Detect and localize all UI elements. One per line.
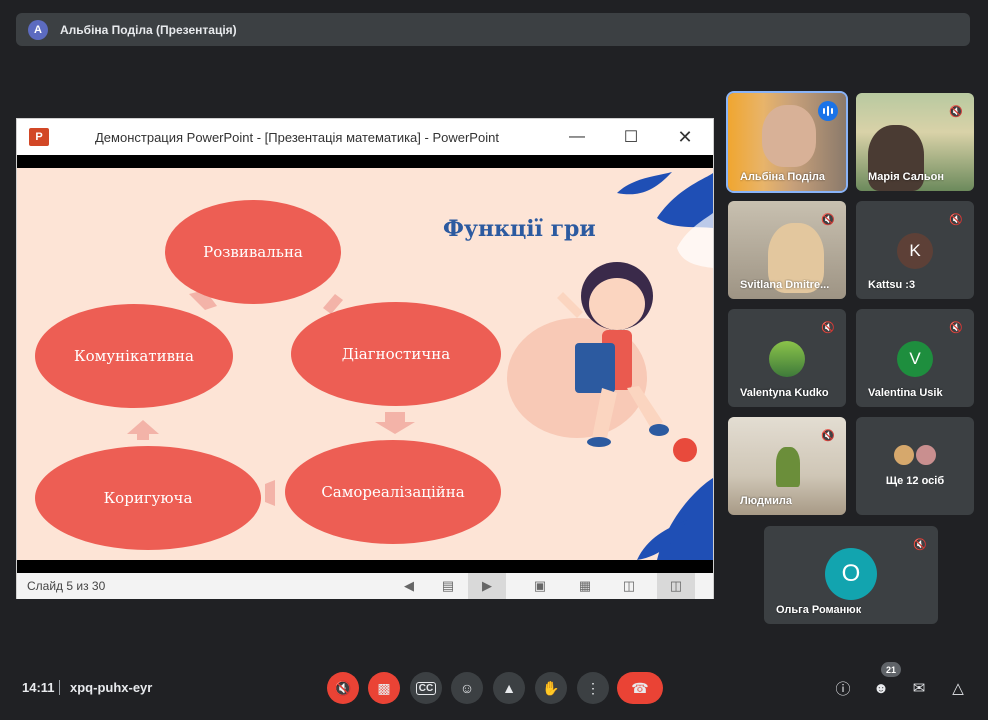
participant-name: Valentyna Kudko bbox=[740, 387, 829, 399]
mic-off-icon: 🔇 bbox=[949, 213, 963, 226]
video-plant bbox=[776, 447, 800, 487]
captions-button[interactable]: CC bbox=[410, 672, 442, 704]
powerpoint-icon: P bbox=[29, 128, 49, 146]
leave-call-button[interactable]: ☎ bbox=[617, 672, 663, 704]
present-icon: ▲ bbox=[502, 680, 516, 696]
participant-tile[interactable]: 🔇 Valentyna Kudko bbox=[728, 309, 846, 407]
arrow-icon bbox=[127, 420, 159, 440]
slide-viewport: ✦ ✦ ✦ ✦ ✦ ✦ ✦ Функції гри Розвивальна Ко… bbox=[17, 155, 713, 573]
slide-sorter-icon[interactable]: ▦ bbox=[576, 577, 594, 595]
leaf-decoration bbox=[617, 172, 672, 195]
next-slide-icon[interactable]: ▶ bbox=[468, 573, 506, 599]
emoji-button[interactable]: ☺ bbox=[451, 672, 483, 704]
previous-slide-icon[interactable]: ◀ bbox=[400, 577, 418, 595]
mic-off-icon: 🔇 bbox=[821, 213, 835, 226]
chat-button[interactable]: ✉ bbox=[907, 676, 931, 700]
node-developmental: Розвивальна bbox=[165, 200, 341, 304]
presenter-bar[interactable]: A Альбіна Поділа (Презентація) bbox=[16, 13, 970, 46]
participant-tile[interactable]: 🔇 Людмила bbox=[728, 417, 846, 515]
more-vertical-icon: ⋮ bbox=[586, 679, 600, 696]
notes-icon[interactable]: ▤ bbox=[439, 577, 457, 595]
presentation-titlebar: P Демонстрация PowerPoint - [Презентація… bbox=[17, 119, 713, 155]
presenter-avatar: A bbox=[28, 19, 48, 40]
mic-off-icon: 🔇 bbox=[949, 321, 963, 334]
slideshow-icon[interactable]: ◫ bbox=[657, 573, 695, 599]
minimize-icon[interactable]: — bbox=[566, 127, 588, 147]
mic-off-icon: 🔇 bbox=[821, 321, 835, 334]
mic-off-icon: 🔇 bbox=[913, 538, 927, 551]
participant-avatar: V bbox=[897, 341, 933, 377]
video-person bbox=[762, 105, 816, 167]
divider bbox=[59, 680, 60, 695]
node-corrective: Коригуюча bbox=[35, 446, 261, 550]
participant-tile[interactable]: V 🔇 Valentina Usik bbox=[856, 309, 974, 407]
arrow-icon bbox=[265, 480, 275, 506]
meeting-time: 14:11 bbox=[22, 680, 55, 695]
normal-view-icon[interactable]: ▣ bbox=[531, 577, 549, 595]
slide-title: Функції гри bbox=[443, 216, 596, 242]
participant-avatar bbox=[892, 443, 916, 467]
hang-up-icon: ☎ bbox=[631, 679, 649, 696]
node-self-realization: Самореалізаційна bbox=[285, 440, 501, 544]
presentation-window-title: Демонстрация PowerPoint - [Презентація м… bbox=[95, 129, 499, 145]
slide: ✦ ✦ ✦ ✦ ✦ ✦ ✦ Функції гри Розвивальна Ко… bbox=[17, 168, 713, 560]
participant-name: Svitlana Dmitre... bbox=[740, 279, 830, 291]
meeting-info-button[interactable]: ⓘ bbox=[831, 676, 855, 700]
participant-avatar: O bbox=[825, 548, 877, 600]
participant-avatar: K bbox=[897, 233, 933, 269]
presentation-statusbar: Слайд 5 из 30 ◀ ▤ ▶ ▣ ▦ ◫ ◫ bbox=[17, 573, 713, 599]
reading-view-icon[interactable]: ◫ bbox=[620, 577, 638, 595]
people-icon: ☻ bbox=[873, 679, 889, 697]
camera-off-icon: ▩ bbox=[377, 679, 391, 696]
more-participants-label: Ще 12 осіб bbox=[885, 475, 945, 487]
node-diagnostic: Діагностична bbox=[291, 302, 501, 406]
people-count-badge: 21 bbox=[881, 662, 901, 677]
flower-decoration bbox=[673, 438, 697, 462]
chat-icon: ✉ bbox=[912, 680, 926, 697]
participant-name: Людмила bbox=[740, 495, 792, 507]
participant-avatar bbox=[914, 443, 938, 467]
more-options-button[interactable]: ⋮ bbox=[577, 672, 609, 704]
present-button[interactable]: ▲ bbox=[493, 672, 525, 704]
people-button[interactable]: ☻ bbox=[869, 676, 893, 700]
mic-off-icon: 🔇 bbox=[949, 105, 963, 118]
activities-button[interactable]: △ bbox=[946, 676, 970, 700]
emoji-icon: ☺ bbox=[459, 680, 475, 696]
mic-off-button[interactable]: 🔇 bbox=[327, 672, 359, 704]
participant-name: Kattsu :3 bbox=[868, 279, 916, 291]
more-participants-tile[interactable]: Ще 12 осіб bbox=[856, 417, 974, 515]
hand-icon: ✋ bbox=[542, 679, 560, 696]
participant-tile[interactable]: O 🔇 Ольга Романюк bbox=[764, 526, 938, 624]
participant-avatar bbox=[769, 341, 805, 377]
meeting-code: xpq-puhx-eyr bbox=[70, 680, 153, 695]
camera-off-button[interactable]: ▩ bbox=[368, 672, 400, 704]
captions-icon: CC bbox=[415, 681, 437, 695]
participant-tile[interactable]: 🔇 Марія Сальон bbox=[856, 93, 974, 191]
participant-name: Valentina Usik bbox=[868, 387, 943, 399]
mic-off-icon: 🔇 bbox=[821, 429, 835, 442]
maximize-icon[interactable]: ☐ bbox=[620, 127, 642, 147]
info-icon: ⓘ bbox=[835, 680, 851, 698]
node-communicative: Комунікативна bbox=[35, 304, 233, 408]
arrow-icon bbox=[375, 412, 415, 434]
participant-tile[interactable]: 🔇 Svitlana Dmitre... bbox=[728, 201, 846, 299]
presenter-title: Альбіна Поділа (Презентація) bbox=[60, 22, 237, 37]
close-icon[interactable]: ✕ bbox=[674, 127, 696, 147]
participant-name: Ольга Романюк bbox=[776, 604, 862, 616]
activities-icon: △ bbox=[952, 680, 964, 697]
participant-name: Марія Сальон bbox=[868, 171, 944, 183]
speaking-indicator-icon bbox=[818, 101, 838, 121]
slide-counter: Слайд 5 из 30 bbox=[27, 579, 106, 593]
mic-off-icon: 🔇 bbox=[334, 679, 352, 696]
participant-tile[interactable]: Альбіна Поділа bbox=[726, 91, 848, 193]
participant-tile[interactable]: K 🔇 Kattsu :3 bbox=[856, 201, 974, 299]
raise-hand-button[interactable]: ✋ bbox=[535, 672, 567, 704]
presentation-window: P Демонстрация PowerPoint - [Презентація… bbox=[16, 118, 714, 599]
participant-name: Альбіна Поділа bbox=[740, 171, 825, 183]
